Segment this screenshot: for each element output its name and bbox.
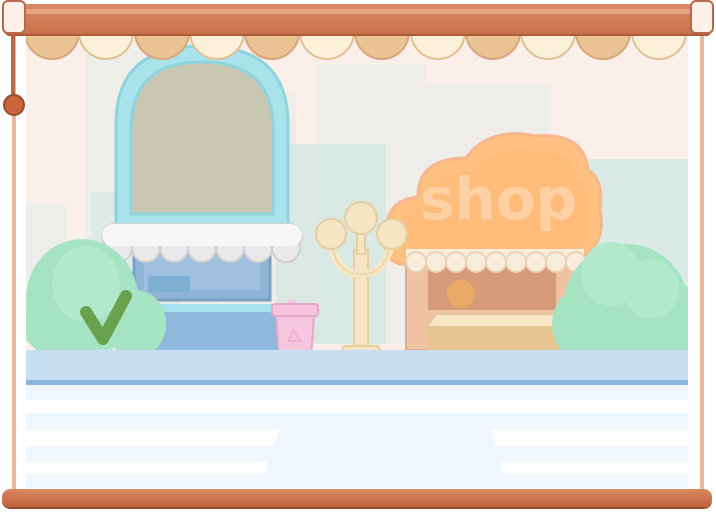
street-scene-art: shop <box>26 44 688 490</box>
street-scene: shop <box>26 34 688 490</box>
recycle-bin <box>271 300 319 359</box>
street <box>26 350 688 490</box>
shop-sign-text: shop <box>420 165 577 233</box>
right-frame-rail <box>700 30 704 492</box>
scene-frame: shop <box>0 0 716 515</box>
bottom-roller-bar <box>2 489 712 507</box>
left-roller-cap <box>2 0 26 34</box>
right-roller-cap <box>690 0 714 34</box>
pull-cord-knob[interactable] <box>3 94 25 116</box>
pull-cord[interactable] <box>11 34 15 98</box>
top-roller-bar <box>4 4 712 34</box>
